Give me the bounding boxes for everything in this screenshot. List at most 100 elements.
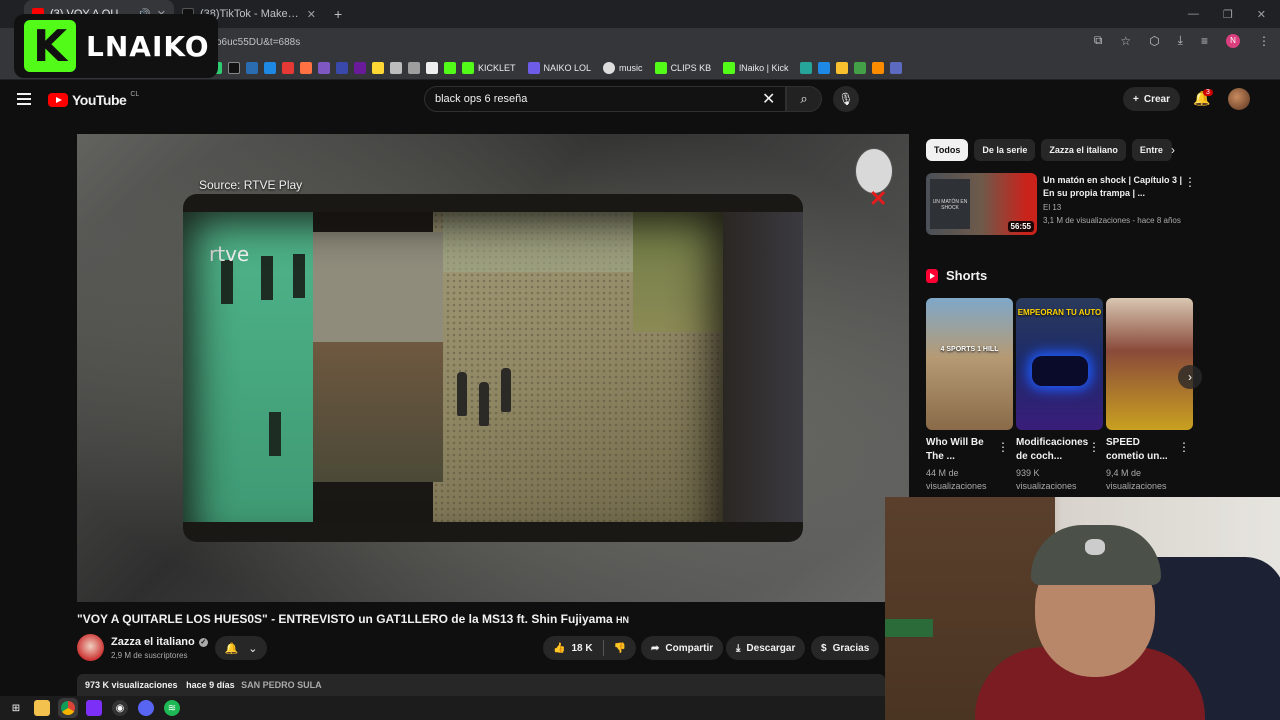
bookmark-icon[interactable] [354,61,366,74]
search-icon: ⌕ [800,91,808,106]
short-title[interactable]: Who Will Be The ... [926,436,998,464]
profile-avatar[interactable]: N [1226,33,1240,48]
dislike-icon[interactable]: 👎 [614,643,626,654]
bookmark-icon[interactable] [282,61,294,74]
chrome-icon[interactable] [60,700,76,716]
notification-count-badge: 3 [1203,89,1213,96]
windows-start-icon[interactable]: ⊞ [8,700,24,716]
short-thumbnail[interactable]: EMPEORAN TU AUTO [1016,298,1103,430]
chip-zazza[interactable]: Zazza el italiano [1041,139,1126,161]
bookmark-icon[interactable] [300,61,312,74]
location-tag[interactable]: SAN PEDRO SULA [241,680,322,690]
bookmark-naiko-kick[interactable]: lNaiko | Kick [723,61,788,74]
bookmark-label: KICKLET [478,62,516,73]
vignette [183,212,723,522]
media-icon[interactable]: ≡ [1201,34,1208,48]
bookmark-icon[interactable] [336,61,348,74]
bookmark-icon[interactable] [318,61,330,74]
bookmark-star-icon[interactable]: ☆ [1120,34,1131,48]
recommended-video[interactable]: UN MATÓN EN SHOCK 56:55 Un matón en shoc… [926,173,1196,237]
file-explorer-icon[interactable] [34,700,50,716]
maximize-icon[interactable]: ❐ [1223,8,1233,21]
thumbnail-text: UN MATÓN EN SHOCK [930,179,970,229]
bookmark-clips-kb[interactable]: CLIPS KB [654,61,711,74]
bookmark-icon[interactable] [890,61,903,74]
chip-entre[interactable]: Entre [1131,139,1172,161]
search-button[interactable]: ⌕ [786,86,822,112]
more-options-icon[interactable]: ⋮ [1088,440,1100,454]
lol-icon [527,61,540,74]
bookmark-icon[interactable] [800,61,813,74]
like-icon[interactable]: 👍 [553,643,565,654]
bookmark-icon[interactable] [408,61,420,74]
shorts-next-button[interactable]: › [1178,365,1202,389]
bookmark-icon[interactable] [818,61,831,74]
minimize-icon[interactable]: — [1188,8,1199,21]
bookmark-naiko-lol[interactable]: NAIKO LOL [527,61,592,74]
like-count[interactable]: 18 K [571,643,592,654]
video-thumbnail[interactable]: UN MATÓN EN SHOCK 56:55 [926,173,1037,235]
shorts-heading: Shorts [926,268,987,283]
short-thumbnail[interactable] [1106,298,1193,430]
bookmark-icon[interactable] [390,61,402,74]
menu-icon[interactable]: ⋮ [1258,34,1270,48]
channel-name-text: Zazza el italiano [111,636,195,648]
search-input[interactable]: black ops 6 reseña [424,86,786,112]
download-button[interactable]: ⤓ Descargar [726,636,806,660]
window-controls: — ❐ ✕ [1188,8,1280,21]
bookmark-icon[interactable] [246,61,258,74]
channel-avatar[interactable] [77,634,104,661]
spotify-icon[interactable]: ≋ [164,700,180,716]
voice-search-button[interactable]: 🎙 [833,86,859,112]
share-button[interactable]: ➦ Compartir [641,636,724,660]
url-field[interactable]: o6uc55DU&t=688s [216,37,300,48]
chevron-right-icon[interactable]: › [1171,143,1175,157]
bookmark-music[interactable]: music [603,61,643,74]
close-tab-icon[interactable]: ✕ [307,8,316,21]
bookmark-label: NAIKO LOL [543,62,592,73]
music-icon [603,61,616,74]
bookmark-icon[interactable] [372,61,384,74]
more-options-icon[interactable]: ⋮ [1184,175,1196,189]
clear-search-icon[interactable]: ✕ [762,89,775,109]
bookmark-icon[interactable] [444,61,456,74]
video-player[interactable]: rtve Source: RTVE Play ✕ [77,134,909,602]
description-box[interactable]: 973 K visualizaciones hace 9 días SAN PE… [77,674,885,696]
cap-logo-icon [1085,539,1105,555]
close-window-icon[interactable]: ✕ [1257,8,1266,21]
bookmark-kicklet[interactable]: KICKLET [462,61,516,74]
user-avatar[interactable] [1228,88,1250,110]
chip-todos[interactable]: Todos [926,139,969,161]
install-app-icon[interactable]: ⧉ [1094,33,1103,48]
bookmark-icon[interactable] [836,61,849,74]
short-title[interactable]: SPEED cometio un... [1106,436,1178,464]
plus-icon: + [1133,93,1139,105]
new-tab-button[interactable]: + [324,6,352,22]
menu-hamburger-icon[interactable] [17,93,31,108]
app-icon[interactable] [86,700,102,716]
bookmark-icon[interactable] [872,61,885,74]
bookmark-icon[interactable] [264,61,276,74]
bookmark-icon[interactable] [426,61,438,74]
short-title[interactable]: Modificaciones de coch... [1016,436,1088,464]
more-options-icon[interactable]: ⋮ [997,440,1009,454]
create-button[interactable]: + Crear [1123,87,1180,111]
recommended-title[interactable]: Un matón en shock | Capítulo 3 | En su p… [1043,174,1183,200]
more-options-icon[interactable]: ⋮ [1178,440,1190,454]
download-icon[interactable]: ⤓ [1178,33,1183,48]
discord-icon[interactable] [138,700,154,716]
short-thumbnail[interactable]: 4 SPORTS 1 HILL [926,298,1013,430]
channel-name[interactable]: Zazza el italiano ✓ [111,636,208,648]
chip-de-la-serie[interactable]: De la serie [974,139,1036,161]
subscription-bell-button[interactable]: 🔔 ⌄ [215,636,267,660]
youtube-logo[interactable]: YouTube CL [48,91,139,108]
thanks-button[interactable]: $ Gracias [811,636,880,660]
bookmark-icon[interactable] [228,61,240,74]
youtube-wordmark: YouTube [72,92,127,108]
channel-watermark[interactable]: ✕ [853,148,897,211]
obs-icon[interactable]: ◉ [112,700,128,716]
download-icon: ⤓ [736,642,741,654]
recommended-channel[interactable]: El 13 [1043,203,1061,212]
bookmark-icon[interactable] [854,61,867,74]
extensions-icon[interactable]: ⬡ [1149,34,1159,48]
